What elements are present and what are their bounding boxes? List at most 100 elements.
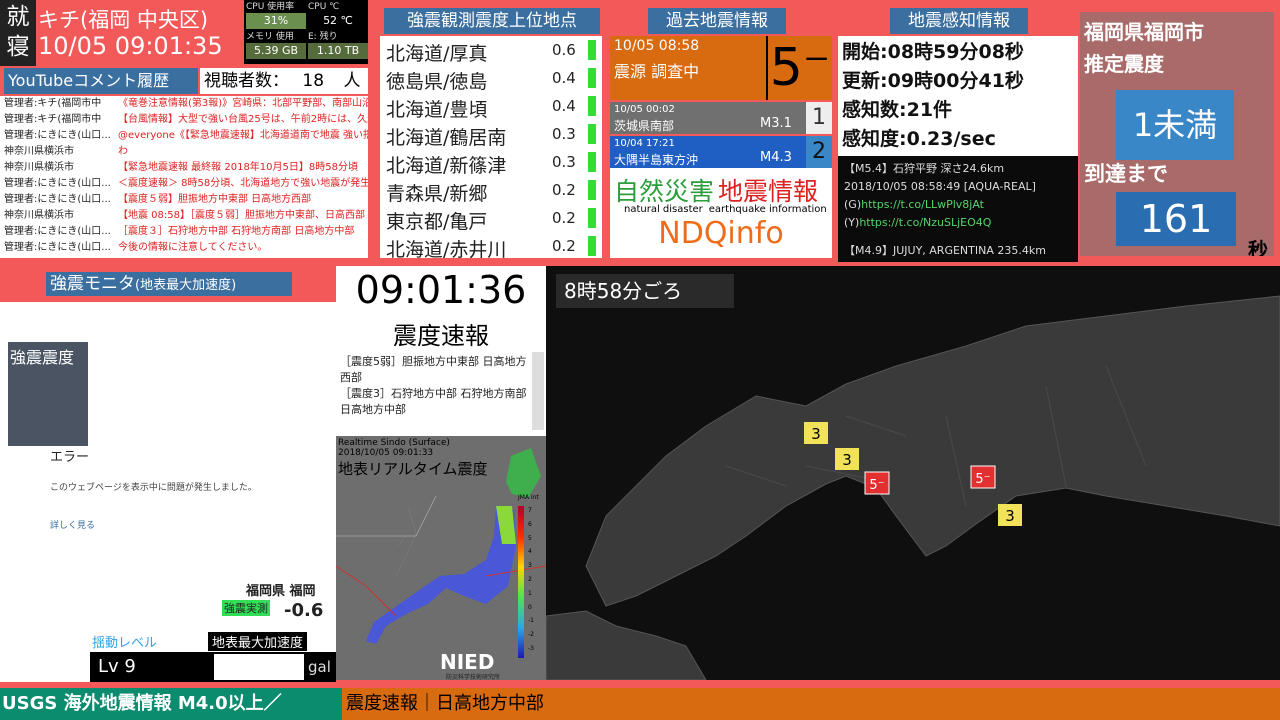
disk-value: 1.10 TB: [308, 43, 368, 59]
past-earthquake-row[interactable]: 10/05 00:02 茨城県南部 M3.1 1: [610, 102, 832, 134]
viewer-label: 視聴者数：: [204, 71, 289, 91]
comment-text-list[interactable]: 《竜巻注意情報(第3報)》宮崎県：北部平野部、南部山沿い 【台風情報】大型で強い…: [118, 96, 368, 258]
comment-text: わ: [118, 146, 128, 157]
hokkaido-map: 3 3 5⁻ 5⁻ 3: [546, 295, 1280, 680]
flash-title: 震度速報: [393, 322, 489, 350]
cpu-temp-value: 52 ℃: [323, 14, 353, 27]
fukuoka-estimate-title: 福岡県福岡市 推定震度: [1084, 20, 1204, 76]
fukuoka-estimated-intensity: 1未満: [1116, 90, 1234, 160]
strong-motion-title-main: 強震モニタ: [50, 274, 135, 294]
past-row-date: 10/05 00:02: [614, 104, 675, 115]
usgs-ticker: USGS 海外地震情報 M4.0以上／: [0, 688, 342, 720]
comment-text: 【台風情報】大型で強い台風25号は、午前2時には、久米島: [118, 114, 368, 125]
jma-scale-tick: -1: [528, 617, 534, 625]
feed-link[interactable]: https://t.co/LLwPlv8jAt: [861, 198, 984, 211]
past-earthquake-row[interactable]: 10/04 17:21 大隅半島東方沖 M4.3 2: [610, 136, 832, 168]
ranking-station: 北海道/赤井川: [386, 239, 507, 258]
past-earthquake-latest[interactable]: 10/05 08:58 震源 調査中: [610, 36, 766, 100]
cpu-usage-value: 31%: [246, 13, 306, 29]
ranking-row: 東京都/亀戸 0.2: [380, 204, 602, 233]
pga-unit: gal: [308, 658, 331, 676]
hokkaido-landmass: [585, 295, 1280, 607]
ranking-bar: [588, 40, 596, 60]
jma-scale-tick: 3: [528, 562, 532, 570]
comment-user-list[interactable]: 管理者:キチ(福岡市中 管理者:キチ(福岡市中 管理者:にきにき(山口... 神…: [0, 96, 118, 258]
past-row-magnitude: M3.1: [760, 116, 792, 131]
youtube-comment-header: YouTubeコメント履歴: [4, 68, 198, 94]
jma-scale-ticks: 7 6 5 4 3 2 1 0 -1 -2 -3: [528, 504, 534, 656]
jma-scale-tick: -3: [528, 644, 534, 652]
epicenter-map[interactable]: 3 3 5⁻ 5⁻ 3 8時58分ごろ: [546, 266, 1280, 680]
comment-text: @everyone《【緊急地震速報】北海道道南で地震 強い揺: [118, 130, 368, 141]
feed-prefix: (Y): [844, 216, 860, 229]
realtime-title-en: Realtime Sindo (Surface): [338, 438, 450, 448]
past-latest-place: 震源 調査中: [614, 62, 700, 81]
arrival-countdown: 161: [1116, 192, 1236, 246]
past-earthquake-title: 過去地震情報: [648, 8, 786, 34]
cpu-usage-label: CPU 使用率: [246, 2, 295, 12]
nied-logo-sub: 防災科学技術研究所: [446, 674, 501, 680]
comment-text: 【地震 08:58】［震度５弱］胆振地方中東部、日高西部: [118, 210, 365, 221]
map-marker: 3: [835, 448, 859, 470]
jma-scale-label: JMA int: [518, 494, 539, 501]
ndq-jp-left: 自然災害: [614, 177, 715, 206]
ndq-jp-right: 地震情報: [718, 177, 819, 206]
comment-user: 管理者:にきにき(山口...: [4, 178, 111, 189]
error-details-link[interactable]: 詳しく見る: [50, 518, 95, 531]
viewer-count-box: 視聴者数： 18 人: [200, 68, 368, 94]
ranking-list: 北海道/厚真 0.6 徳島県/徳島 0.4 北海道/豊頃 0.4 北海道/鶴居南 0.3…: [380, 36, 602, 258]
pga-label: 地表最大加速度: [208, 632, 308, 651]
jma-scale-tick: 1: [528, 589, 532, 597]
level-value: Lv 9: [98, 656, 136, 677]
strong-motion-panel: 強震震度 エラー このウェブページを表示中に問題が発生しました。 詳しく見る 福…: [0, 302, 336, 682]
map-marker-label: 5⁻: [869, 478, 884, 493]
jma-scale-tick: 2: [528, 575, 532, 583]
comment-user: 管理者:キチ(福岡市中: [4, 98, 102, 109]
strong-motion-title: 強震モニタ(地表最大加速度): [46, 272, 292, 296]
past-row-date: 10/04 17:21: [614, 138, 675, 149]
past-row-place: 大隅半島東方沖: [614, 153, 699, 167]
feed-prefix: (G): [844, 198, 862, 211]
map-marker: 5⁻: [970, 465, 996, 489]
ranking-value: 0.6: [552, 41, 576, 59]
comment-text: 今後の情報に注意してください。: [118, 242, 268, 253]
map-marker: 5⁻: [864, 471, 890, 495]
current-clock: 10/05 09:01:35: [38, 32, 223, 60]
error-message: このウェブページを表示中に問題が発生しました。: [50, 483, 257, 493]
bottom-ticker: USGS 海外地震情報 M4.0以上／ 震度速報｜日高地方中部: [0, 688, 1280, 720]
nied-logo: NIED: [440, 650, 495, 674]
ticker-text: 震度速報｜日高地方中部: [346, 693, 544, 714]
comment-user: 管理者:キチ(福岡市中: [4, 114, 102, 125]
flash-time: 09:01:36: [355, 268, 527, 312]
hokkaido-shape: [506, 448, 541, 498]
ranking-row: 北海道/赤井川 0.2: [380, 232, 602, 258]
realtime-title-jp: 地表リアルタイム震度: [338, 460, 488, 478]
ranking-row: 北海道/鶴居南 0.3: [380, 120, 602, 149]
comment-text: 【緊急地震速報 最終報 2018年10月5日】8時58分頃: [118, 162, 358, 173]
past-row-magnitude: M4.3: [760, 150, 792, 165]
comment-user: 神奈川県横浜市: [4, 162, 74, 173]
detection-update: 更新:09時00分41秒: [842, 70, 1024, 92]
cpu-temp: CPU ℃ 52 ℃: [308, 2, 368, 29]
ranking-value: 0.2: [552, 237, 576, 255]
ndq-en-title: natural disaster earthquake information: [624, 204, 827, 215]
realtime-time: 2018/10/05 09:01:33: [338, 448, 434, 458]
map-marker-label: 5⁻: [975, 472, 990, 487]
level-label: 揺動レベル: [92, 636, 158, 651]
ranking-bar: [588, 96, 596, 116]
arrival-unit: 秒: [1248, 238, 1268, 256]
disk-label: E: 残り: [308, 32, 338, 42]
level-box: Lv 9 gal: [90, 652, 336, 682]
ranking-station: 徳島県/徳島: [386, 71, 488, 93]
jma-scale-tick: 7: [528, 507, 532, 514]
ranking-bar: [588, 68, 596, 88]
flash-scrollbar[interactable]: [532, 352, 544, 430]
feed-link[interactable]: https://t.co/NzuSLjEO4Q: [859, 216, 991, 229]
feed-line: 【M5.4】石狩平野 深さ24.6km: [844, 162, 1005, 175]
comment-user: 神奈川県横浜市: [4, 210, 74, 221]
strong-intensity-label: 強震震度: [10, 348, 75, 367]
ranking-station: 東京都/亀戸: [386, 211, 488, 233]
comment-user: 管理者:にきにき(山口...: [4, 226, 111, 237]
ranking-station: 北海道/厚真: [386, 43, 488, 65]
realtime-intensity-panel: Realtime Sindo (Surface) 2018/10/05 09:0…: [336, 436, 546, 680]
